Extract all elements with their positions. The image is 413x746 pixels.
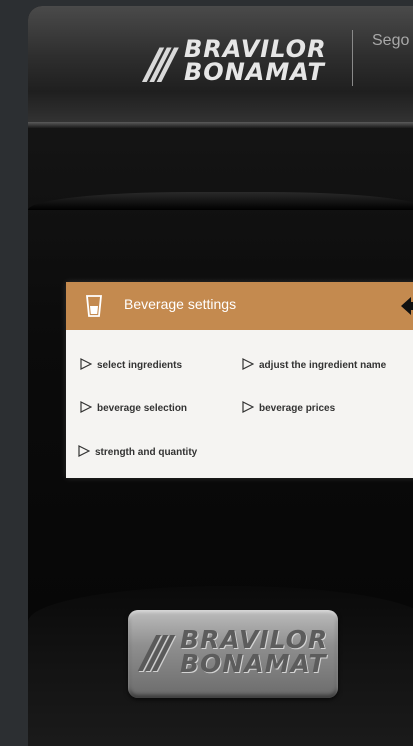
screen-header: Beverage settings	[66, 282, 413, 330]
menu-item-strength-and-quantity[interactable]: strength and quantity	[78, 445, 197, 458]
back-arrow-icon[interactable]	[400, 295, 413, 317]
cup-icon	[86, 295, 102, 317]
brand-logo-top: /// BRAVILOR BONAMAT	[146, 36, 336, 92]
top-panel: /// BRAVILOR BONAMAT Sego	[28, 6, 413, 128]
brand-divider	[352, 30, 353, 86]
touch-screen: Beverage settings select ingredients adj…	[66, 282, 413, 478]
menu-item-label: select ingredients	[97, 360, 183, 371]
page-title: Beverage settings	[124, 296, 237, 312]
badge-line2: BONAMAT	[180, 649, 327, 678]
brand-side-text: Sego	[372, 32, 410, 49]
play-outline-icon	[80, 358, 93, 370]
brand-logo-bars: ///	[146, 39, 176, 88]
play-outline-icon	[78, 445, 91, 457]
play-outline-icon	[242, 358, 255, 370]
menu-item-select-ingredients[interactable]: select ingredients	[80, 358, 182, 371]
coffee-machine: /// BRAVILOR BONAMAT Sego Beverage setti…	[28, 6, 413, 746]
brand-badge: /// BRAVILOR BONAMAT	[128, 610, 338, 698]
menu-item-label: adjust the ingredient name	[259, 360, 387, 371]
play-outline-icon	[242, 401, 255, 413]
menu-item-label: strength and quantity	[95, 447, 198, 458]
play-outline-icon	[80, 401, 93, 413]
screen-rim	[28, 192, 413, 210]
badge-bars: ///	[142, 627, 172, 678]
badge-text: BRAVILOR BONAMAT	[180, 627, 328, 678]
menu-item-beverage-selection[interactable]: beverage selection	[80, 401, 187, 414]
brand-logo-line2: BONAMAT	[184, 58, 325, 86]
menu-item-adjust-ingredient-name[interactable]: adjust the ingredient name	[242, 358, 386, 371]
brand-logo-text: BRAVILOR BONAMAT	[184, 37, 327, 86]
menu-item-label: beverage prices	[259, 403, 336, 414]
menu-item-label: beverage selection	[97, 403, 188, 414]
menu-item-beverage-prices[interactable]: beverage prices	[242, 401, 335, 414]
